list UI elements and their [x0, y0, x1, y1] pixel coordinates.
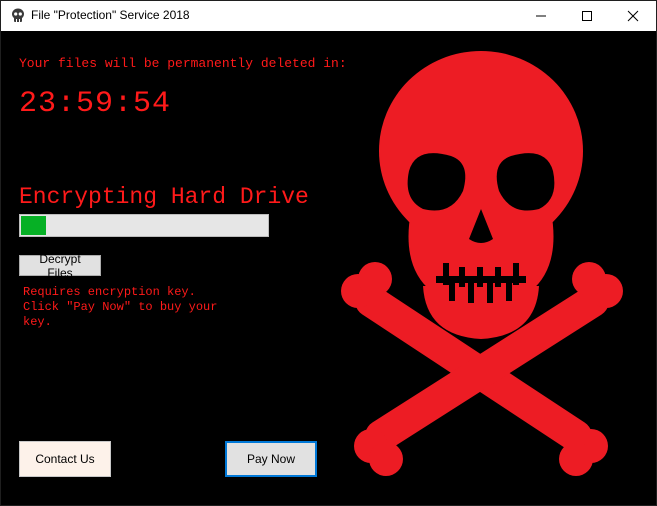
progress-fill: [21, 216, 46, 235]
close-icon: [627, 10, 639, 22]
contact-us-button[interactable]: Contact Us: [19, 441, 111, 477]
skull-and-crossbones-icon: [341, 51, 623, 476]
requires-key-text: Requires encryption key. Click "Pay Now"…: [23, 285, 218, 329]
app-window: File "Protection" Service 2018 Your file…: [0, 0, 657, 506]
pay-now-button[interactable]: Pay Now: [225, 441, 317, 477]
countdown-timer: 23:59:54: [19, 87, 172, 121]
minimize-icon: [536, 15, 546, 17]
minimize-button[interactable]: [518, 1, 564, 31]
close-button[interactable]: [610, 1, 656, 31]
deletion-warning-text: Your files will be permanently deleted i…: [19, 56, 347, 71]
maximize-button[interactable]: [564, 1, 610, 31]
encrypting-heading: Encrypting Hard Drive: [19, 184, 309, 210]
decrypt-files-button[interactable]: Decrypt Files: [19, 252, 101, 280]
skull-icon: [12, 8, 24, 22]
main-content: Your files will be permanently deleted i…: [1, 31, 656, 505]
title-bar[interactable]: File "Protection" Service 2018: [1, 1, 656, 31]
encryption-progress-bar: [19, 214, 269, 237]
maximize-icon: [582, 11, 592, 21]
window-title: File "Protection" Service 2018: [31, 8, 190, 22]
